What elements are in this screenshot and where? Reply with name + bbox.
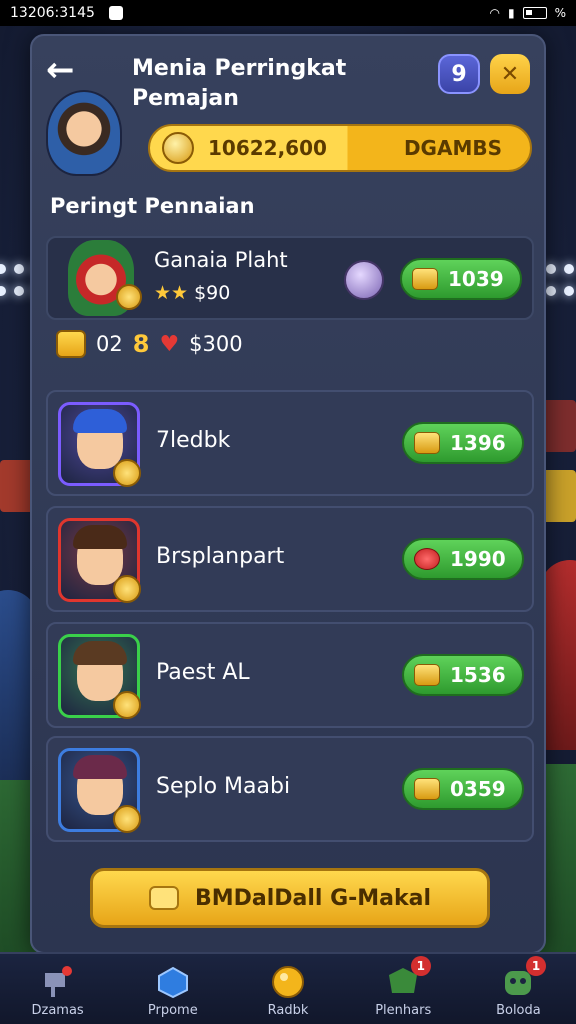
featured-score: 1039 [448,267,504,291]
stats-count: 02 [96,332,123,356]
nav-label: Boloda [496,1003,541,1018]
battery-icon [522,7,547,19]
featured-amount: $90 [194,282,231,304]
notification-badge: 1 [410,956,431,976]
gold-icon [412,268,438,290]
status-time: 13206:3145 [10,5,95,21]
wifi-icon: ◠ [489,6,500,20]
back-arrow-icon[interactable]: ← [46,50,75,90]
currency-value: 10622,600 [208,136,327,160]
leaderboard-panel: ← Menia Perringkat Pemajan 9 ✕ 10622,600… [30,34,546,954]
player-name: Brsplanpart [156,544,285,569]
stats-line: 02 8 ♥ $300 [56,330,243,358]
cube-icon [157,966,188,999]
player-avatar [58,748,141,833]
nav-label: Plenhars [375,1003,432,1018]
gold-icon [414,432,440,454]
player-name: Seplo Maabi [156,774,291,799]
level-badge[interactable]: 9 [438,54,480,94]
avatar-hair [73,755,127,779]
score-pill[interactable]: 1396 [402,422,524,464]
page-title: Menia Perringkat Pemajan [132,56,347,111]
cta-label: BMDalDall G-Makal [194,885,432,911]
star-icon: ★★ [154,282,189,304]
player-avatar [58,518,141,603]
ball-icon [344,260,384,300]
score-pill[interactable]: 1990 [402,538,524,580]
section-title: Peringt Pennaian [50,194,255,218]
player-avatar [58,634,141,719]
player-score: 0359 [450,777,506,801]
coin-badge-icon [116,284,142,310]
coin-badge-icon [113,691,141,719]
heart-icon [414,548,440,570]
battery-text: % [554,6,566,20]
gold-coin-icon [162,132,194,164]
nav-item-prpome[interactable]: Prpome [115,954,230,1024]
player-avatar[interactable] [46,90,122,176]
notification-badge: 1 [526,956,547,976]
coin-badge-icon [113,805,141,833]
player-score: 1396 [450,431,506,455]
cta-button[interactable]: BMDalDall G-Makal [90,868,490,928]
player-score: 1536 [450,663,506,687]
coin-icon [272,966,304,998]
heart-icon: ♥ [159,331,180,357]
nav-label: Dzamas [31,1003,84,1018]
nav-item-plenhars[interactable]: 1 Plenhars [346,954,461,1024]
stats-rank: 8 [132,330,150,358]
stats-amount: $300 [189,332,243,356]
score-pill[interactable]: 0359 [402,768,524,810]
nav-item-dzamas[interactable]: Dzamas [0,954,115,1024]
player-name: Paest AL [156,660,250,685]
featured-player-row[interactable]: Ganaia Plaht ★★ $90 1039 [46,236,534,320]
nav-item-radbk[interactable]: Radbk [230,954,345,1024]
coin-badge-icon [113,459,141,487]
nav-item-boloda[interactable]: 1 Boloda [461,954,576,1024]
player-score: 1990 [450,547,506,571]
avatar-hair [73,409,127,433]
ticket-icon [148,886,179,910]
bottom-nav: Dzamas Prpome Radbk 1 Plenhars 1 Boloda [0,952,576,1024]
signal-icon: ▮ [507,6,515,20]
leaderboard-row[interactable]: Seplo Maabi 0359 [46,736,534,842]
gold-card-icon [56,330,86,358]
player-avatar [58,402,141,487]
nav-label: Prpome [147,1003,198,1018]
featured-reward: ★★ $90 [154,282,230,304]
flag-icon [44,966,72,997]
leaderboard-row[interactable]: Paest AL 1536 [46,622,534,728]
notification-icon [108,6,123,20]
score-pill[interactable]: 1536 [402,654,524,696]
avatar-hair [73,641,127,665]
player-name: 7ledbk [156,428,231,453]
status-bar: 13206:3145 ◠ ▮ % [0,0,576,26]
currency-bar[interactable]: 10622,600 DGAMBS [148,124,532,172]
gold-icon [414,778,440,800]
coin-badge-icon [113,575,141,603]
gold-icon [414,664,440,686]
featured-score-pill[interactable]: 1039 [400,258,522,300]
leaderboard-row[interactable]: 7ledbk 1396 [46,390,534,496]
currency-label: DGAMBS [403,136,502,160]
avatar-hair [73,525,127,549]
close-button[interactable]: ✕ [490,54,530,94]
nav-label: Radbk [267,1003,309,1018]
featured-name: Ganaia Plaht [154,248,288,272]
leaderboard-row[interactable]: Brsplanpart 1990 [46,506,534,612]
